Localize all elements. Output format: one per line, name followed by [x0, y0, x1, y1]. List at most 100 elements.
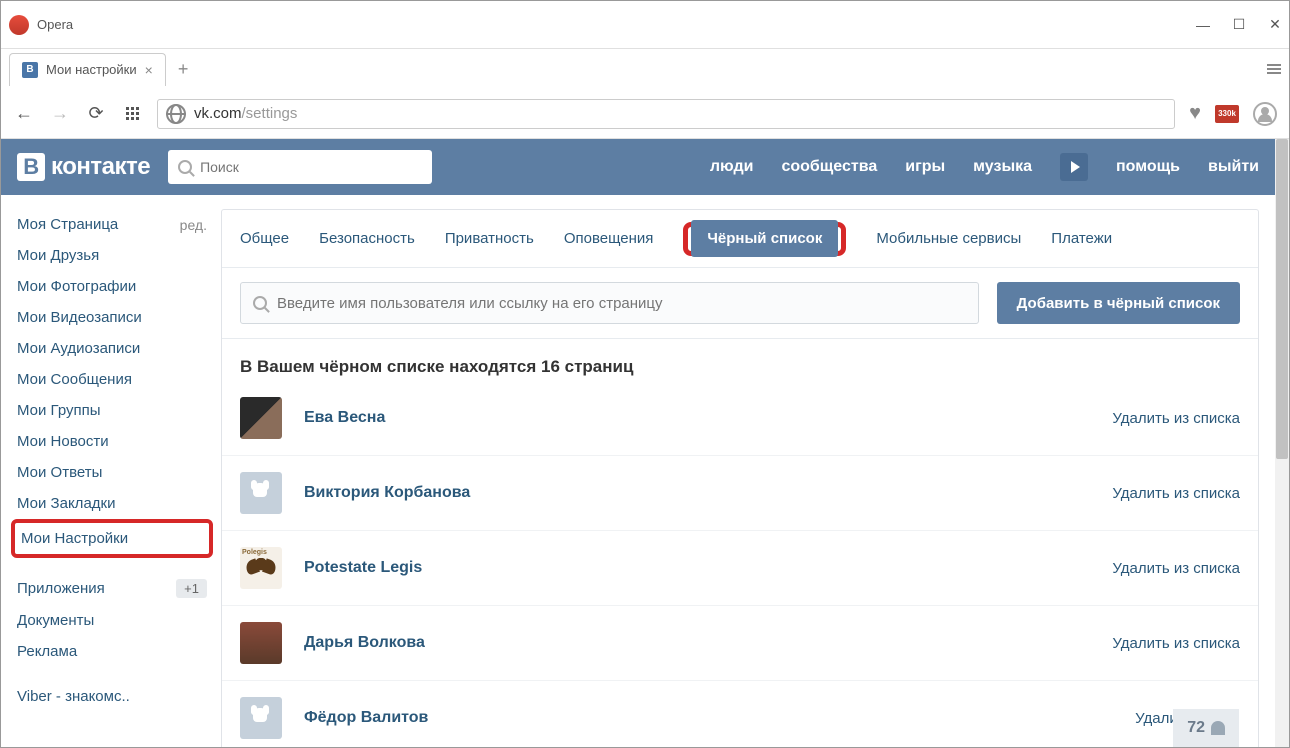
new-tab-button[interactable]: +	[178, 59, 189, 80]
sidebar-item-messages[interactable]: Мои Сообщения	[11, 364, 213, 395]
tab-menu-icon[interactable]	[1267, 64, 1281, 74]
blacklist-search-input[interactable]	[277, 295, 966, 312]
title-bar: Opera — ☐ ✕	[1, 1, 1289, 49]
remove-from-list-link[interactable]: Удалить из списка	[1112, 410, 1240, 427]
blacklist-row: Виктория Корбанова Удалить из списка	[222, 456, 1258, 531]
tab-payments[interactable]: Платежи	[1051, 224, 1112, 253]
vk-logo-icon: В	[17, 153, 45, 181]
placeholder-dog-icon	[249, 708, 273, 728]
nav-help[interactable]: помощь	[1116, 158, 1180, 176]
address-bar: ← → ⟳ vk.com/settings ♥ 330k	[1, 89, 1289, 139]
tab-bar: B Мои настройки × +	[1, 49, 1289, 89]
tab-title: Мои настройки	[46, 62, 137, 77]
vk-search-box[interactable]	[168, 150, 432, 184]
search-icon	[178, 160, 192, 174]
counter-value: 72	[1187, 719, 1205, 737]
vk-logo[interactable]: В контакте	[17, 153, 150, 181]
close-button[interactable]: ✕	[1269, 19, 1281, 31]
sidebar-item-audio[interactable]: Мои Аудиозаписи	[11, 333, 213, 364]
vk-search-input[interactable]	[200, 159, 422, 175]
play-button-icon[interactable]	[1060, 153, 1088, 181]
add-to-blacklist-button[interactable]: Добавить в чёрный список	[997, 282, 1240, 324]
scrollbar[interactable]	[1275, 139, 1289, 747]
avatar[interactable]	[240, 622, 282, 664]
speed-dial-button[interactable]	[121, 103, 143, 125]
online-counter-widget[interactable]: 72	[1173, 709, 1239, 747]
tab-notifications[interactable]: Оповещения	[564, 224, 654, 253]
nav-games[interactable]: игры	[905, 158, 945, 176]
vk-page: В контакте люди сообщества игры музыка п…	[1, 139, 1275, 747]
browser-tab[interactable]: B Мои настройки ×	[9, 53, 166, 86]
tab-blacklist-highlight: Чёрный список	[683, 222, 846, 256]
sidebar-item-replies[interactable]: Мои Ответы	[11, 457, 213, 488]
maximize-button[interactable]: ☐	[1233, 19, 1245, 31]
avatar[interactable]	[240, 472, 282, 514]
globe-icon	[166, 104, 186, 124]
sidebar-item-my-page[interactable]: Моя Страницаред.	[11, 209, 213, 240]
tab-privacy[interactable]: Приватность	[445, 224, 534, 253]
avatar[interactable]: Polegis	[240, 547, 282, 589]
nav-logout[interactable]: выйти	[1208, 158, 1259, 176]
sidebar-item-bookmarks[interactable]: Мои Закладки	[11, 488, 213, 519]
extension-badge[interactable]: 330k	[1215, 105, 1239, 123]
user-name[interactable]: Фёдор Валитов	[304, 709, 428, 727]
blacklist-row: Фёдор Валитов Удалить из спи	[222, 681, 1258, 747]
url-text: vk.com/settings	[194, 105, 297, 122]
blacklist-row: Дарья Волкова Удалить из списка	[222, 606, 1258, 681]
remove-from-list-link[interactable]: Удалить из списка	[1112, 560, 1240, 577]
window-controls: — ☐ ✕	[1197, 19, 1281, 31]
tab-mobile[interactable]: Мобильные сервисы	[876, 224, 1021, 253]
vk-sidebar: Моя Страницаред. Мои Друзья Мои Фотограф…	[11, 209, 221, 747]
user-name[interactable]: Дарья Волкова	[304, 634, 425, 652]
search-icon	[253, 296, 267, 310]
minimize-button[interactable]: —	[1197, 19, 1209, 31]
blacklist-title: В Вашем чёрном списке находятся 16 стран…	[222, 339, 1258, 381]
blacklist-row: Ева Весна Удалить из списка	[222, 381, 1258, 456]
user-name[interactable]: Potestate Legis	[304, 559, 422, 577]
sidebar-item-viber[interactable]: Viber - знакомс..	[11, 681, 213, 712]
user-name[interactable]: Ева Весна	[304, 409, 385, 427]
back-button[interactable]: ←	[13, 103, 35, 125]
remove-from-list-link[interactable]: Удалить из списка	[1112, 635, 1240, 652]
sidebar-item-settings[interactable]: Мои Настройки	[11, 519, 213, 558]
tab-close-icon[interactable]: ×	[145, 62, 153, 78]
blacklist-row: Polegis Potestate Legis Удалить из списк…	[222, 531, 1258, 606]
settings-panel: Общее Безопасность Приватность Оповещени…	[221, 209, 1259, 747]
placeholder-dog-icon	[249, 483, 273, 503]
bookmark-heart-icon[interactable]: ♥	[1189, 102, 1201, 125]
sidebar-item-ads[interactable]: Реклама	[11, 636, 213, 667]
tab-security[interactable]: Безопасность	[319, 224, 415, 253]
nav-people[interactable]: люди	[710, 158, 754, 176]
blacklist-search-row: Добавить в чёрный список	[222, 268, 1258, 339]
scrollbar-thumb[interactable]	[1276, 139, 1288, 459]
browser-window: Opera — ☐ ✕ B Мои настройки × + ← → ⟳ vk…	[0, 0, 1290, 748]
sidebar-item-friends[interactable]: Мои Друзья	[11, 240, 213, 271]
opera-logo-icon	[9, 15, 29, 35]
remove-from-list-link[interactable]: Удалить из списка	[1112, 485, 1240, 502]
user-name[interactable]: Виктория Корбанова	[304, 484, 470, 502]
sidebar-item-apps[interactable]: Приложения+1	[11, 572, 213, 605]
eagle-icon	[246, 558, 276, 578]
blacklist-search-box[interactable]	[240, 282, 979, 324]
vk-favicon-icon: B	[22, 62, 38, 78]
sidebar-item-photos[interactable]: Мои Фотографии	[11, 271, 213, 302]
tab-general[interactable]: Общее	[240, 224, 289, 253]
browser-name: Opera	[37, 17, 73, 32]
sidebar-item-documents[interactable]: Документы	[11, 605, 213, 636]
settings-tabs: Общее Безопасность Приватность Оповещени…	[222, 210, 1258, 268]
vk-header: В контакте люди сообщества игры музыка п…	[1, 139, 1275, 195]
forward-button[interactable]: →	[49, 103, 71, 125]
sidebar-item-news[interactable]: Мои Новости	[11, 426, 213, 457]
avatar[interactable]	[240, 697, 282, 739]
tab-blacklist[interactable]: Чёрный список	[691, 220, 838, 257]
sidebar-item-groups[interactable]: Мои Группы	[11, 395, 213, 426]
url-field[interactable]: vk.com/settings	[157, 99, 1175, 129]
reload-button[interactable]: ⟳	[85, 103, 107, 125]
nav-music[interactable]: музыка	[973, 158, 1032, 176]
profile-icon[interactable]	[1253, 102, 1277, 126]
nav-communities[interactable]: сообщества	[781, 158, 877, 176]
vk-top-nav: люди сообщества игры музыка помощь выйти	[710, 153, 1259, 181]
vk-logo-text: контакте	[51, 153, 150, 181]
sidebar-item-videos[interactable]: Мои Видеозаписи	[11, 302, 213, 333]
avatar[interactable]	[240, 397, 282, 439]
